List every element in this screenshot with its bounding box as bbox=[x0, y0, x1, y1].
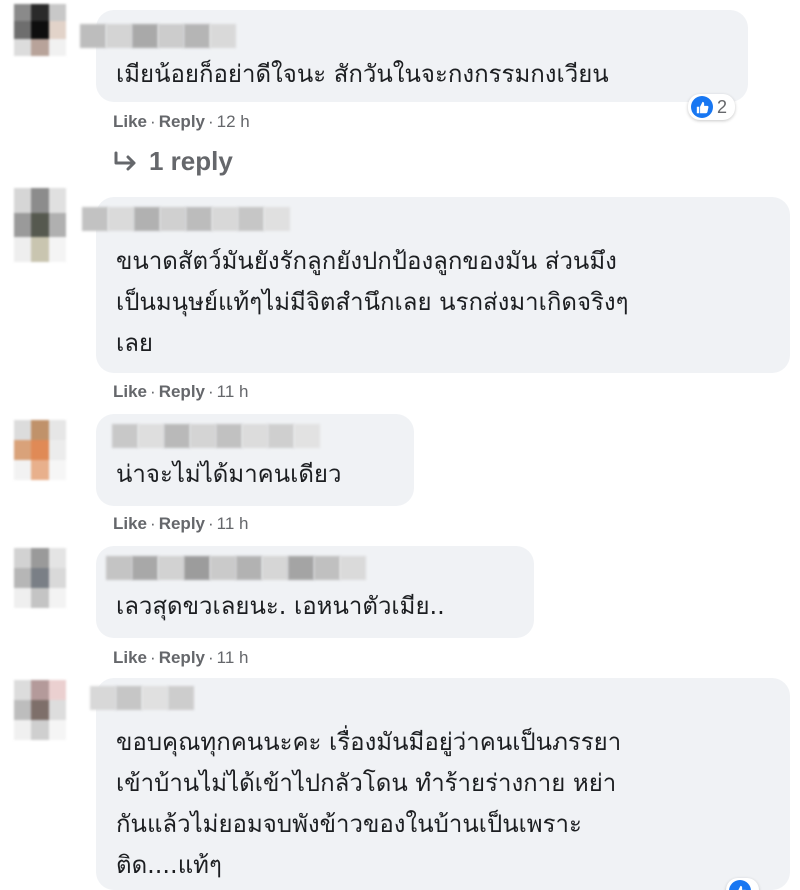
comment-actions: Like · Reply · 11 h bbox=[113, 382, 249, 401]
comment-text: เมียน้อยก็อย่าดีใจนะ สักวันในจะกงกรรมกงเ… bbox=[116, 60, 609, 88]
reaction-summary[interactable] bbox=[726, 878, 759, 890]
comment-bubble: น่าจะไม่ได้มาคนเดียว bbox=[96, 414, 414, 506]
author-name-blurred[interactable] bbox=[112, 424, 320, 448]
avatar[interactable] bbox=[14, 420, 66, 480]
author-name-blurred[interactable] bbox=[82, 207, 290, 231]
author-name-blurred[interactable] bbox=[90, 686, 194, 710]
timestamp[interactable]: 12 h bbox=[217, 112, 250, 131]
author-name-blurred[interactable] bbox=[106, 556, 366, 580]
timestamp[interactable]: 11 h bbox=[217, 514, 249, 533]
comment-actions: Like · Reply · 12 h bbox=[113, 112, 250, 131]
comment-text: น่าจะไม่ได้มาคนเดียว bbox=[116, 460, 342, 488]
comment-bubble: เมียน้อยก็อย่าดีใจนะ สักวันในจะกงกรรมกงเ… bbox=[80, 10, 748, 102]
reply-link[interactable]: Reply bbox=[159, 112, 205, 131]
comment-text: เลวสุดขวเลยนะ. เอหนาตัวเมีย.. bbox=[116, 592, 445, 620]
like-link[interactable]: Like bbox=[113, 648, 147, 667]
avatar[interactable] bbox=[14, 188, 66, 262]
avatar[interactable] bbox=[14, 680, 66, 740]
reply-link[interactable]: Reply bbox=[159, 514, 205, 533]
comment-text: ขอบคุณทุกคนนะคะ เรื่องมันมีอยู่ว่าคนเป็น… bbox=[116, 728, 622, 879]
reaction-summary[interactable]: 2 bbox=[688, 94, 736, 120]
timestamp[interactable]: 11 h bbox=[217, 382, 249, 401]
comment-actions: Like · Reply · 11 h bbox=[113, 648, 249, 667]
comment-bubble: เลวสุดขวเลยนะ. เอหนาตัวเมีย.. bbox=[96, 546, 534, 638]
comment-actions: Like · Reply · 11 h bbox=[113, 514, 249, 533]
like-link[interactable]: Like bbox=[113, 112, 147, 131]
reaction-count: 2 bbox=[717, 96, 728, 117]
view-replies-link[interactable]: 1 reply bbox=[113, 146, 233, 177]
avatar[interactable] bbox=[14, 548, 66, 608]
reply-arrow-icon bbox=[114, 151, 136, 170]
reply-link[interactable]: Reply bbox=[159, 382, 205, 401]
author-name-blurred[interactable] bbox=[80, 24, 236, 48]
comment-text: ขนาดสัตว์มันยังรักลูกยังปกป้องลูกของมัน … bbox=[116, 247, 629, 357]
like-thumb-icon bbox=[729, 880, 751, 890]
like-link[interactable]: Like bbox=[113, 382, 147, 401]
comment-bubble: ขนาดสัตว์มันยังรักลูกยังปกป้องลูกของมัน … bbox=[82, 197, 790, 373]
replies-count: 1 reply bbox=[149, 146, 233, 176]
reply-link[interactable]: Reply bbox=[159, 648, 205, 667]
avatar[interactable] bbox=[14, 4, 66, 56]
comment-thread: เมียน้อยก็อย่าดีใจนะ สักวันในจะกงกรรมกงเ… bbox=[0, 0, 800, 890]
like-link[interactable]: Like bbox=[113, 514, 147, 533]
like-thumb-icon bbox=[691, 96, 713, 118]
timestamp[interactable]: 11 h bbox=[217, 648, 249, 667]
comment-bubble: ขอบคุณทุกคนนะคะ เรื่องมันมีอยู่ว่าคนเป็น… bbox=[90, 678, 790, 890]
